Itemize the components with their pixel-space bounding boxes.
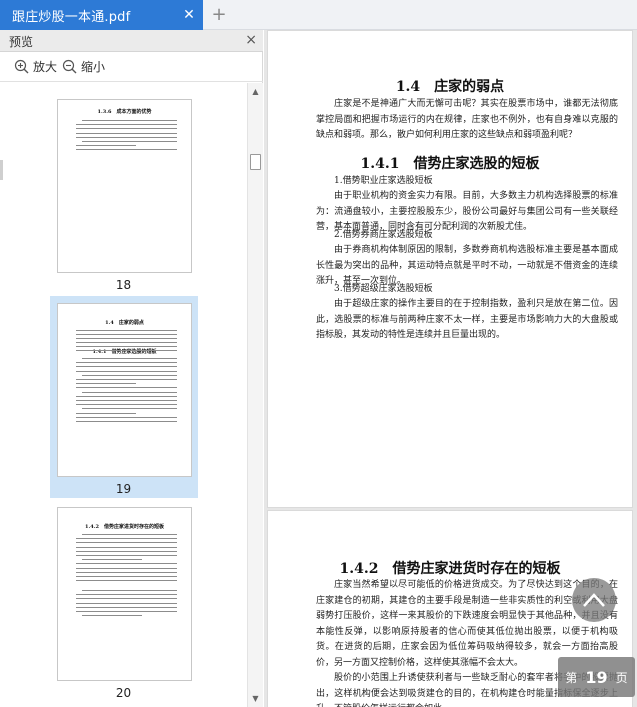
thumbnail-number-18: 18 (115, 278, 132, 292)
page-indicator: 第 19 页 (558, 657, 635, 697)
thumbnail-page-18[interactable]: 1.3.6 成本方面的优势 (57, 99, 192, 273)
thumbnail-text-line (76, 136, 177, 138)
zoom-out-label: 缩小 (81, 60, 106, 74)
item3-body: 由于超级庄家的操作主要目的在于控制指数，盈利只是放在第二位。因此，选股票的标准与… (316, 299, 618, 340)
thumbnail-text-line (82, 534, 177, 535)
thumbnail-text-line (76, 611, 177, 612)
thumbnail-text-line (76, 370, 177, 372)
document-tab[interactable]: 跟庄炒股一本通.pdf ✕ (0, 0, 203, 30)
section-title: 1.4.2 借势庄家进货时存在的短板 (339, 561, 561, 577)
thumbnail-text-line (76, 580, 177, 582)
zoom-in-button[interactable]: 放大 (14, 58, 57, 75)
thumbnail-text-line (76, 567, 177, 569)
thumbnail-text-line (76, 346, 177, 347)
thumbnail-text-line (76, 576, 177, 577)
thumbnail-heading: 1.4 庄家的弱点 (105, 320, 144, 326)
thumbnail-scrollbar[interactable]: ▲ ▼ (247, 83, 263, 707)
thumbnail-text-line (82, 615, 142, 617)
back-to-top-button[interactable] (572, 578, 616, 622)
thumbnail-text-line (82, 391, 177, 393)
thumbnail-number-20: 20 (115, 686, 132, 700)
thumbnail-text-line (76, 387, 177, 389)
zoom-in-label: 放大 (33, 60, 58, 74)
thumbnail-text-line (76, 395, 177, 397)
tab-bar: 跟庄炒股一本通.pdf ✕ + (0, 0, 637, 30)
thumbnail-text-line (76, 330, 177, 331)
new-tab-button[interactable]: + (209, 5, 229, 25)
intro-paragraph: 庄家是不是神通广大而无懈可击呢？其实在股票市场中，谁都无法彻底掌控局面和把握市场… (316, 99, 618, 140)
zoom-out-icon (62, 59, 77, 74)
thumbnail-text-line (76, 404, 177, 406)
sidebar-edge-handle[interactable] (0, 160, 3, 180)
sidebar-header: 预览 × (0, 30, 263, 52)
thumbnail-text-line (76, 124, 177, 126)
sidebar-title: 预览 (9, 35, 34, 49)
scrollbar-thumb[interactable] (250, 154, 261, 170)
thumbnail-text-line (82, 559, 142, 561)
thumbnail-text-line (76, 366, 177, 368)
chevron-up-icon (583, 593, 605, 607)
thumbnail-number-19: 19 (115, 482, 132, 496)
document-page-19: 1.4 庄家的弱点 庄家是不是神通广大而无懈可击呢？其实在股票市场中，谁都无法彻… (267, 30, 633, 508)
thumbnail-text-line (76, 350, 177, 351)
thumbnail-text-line (76, 421, 177, 422)
scroll-down-arrow-icon[interactable]: ▼ (251, 694, 260, 703)
thumbnail-text-line (76, 149, 177, 151)
scroll-up-arrow-icon[interactable]: ▲ (251, 87, 260, 96)
thumbnail-text-line (76, 550, 177, 552)
thumbnail-text-line (76, 542, 177, 544)
preview-sidebar: 预览 × 放大 缩小 1.3.6 成本方面的优势 18 1.4 庄家的弱点 1.… (0, 30, 263, 707)
page-indicator-suffix: 页 (615, 670, 628, 685)
zoom-in-icon (14, 59, 29, 74)
thumbnail-text-line (76, 563, 177, 565)
thumbnail-text-line (76, 338, 177, 339)
thumbnail-text-line (76, 538, 177, 540)
thumbnail-text-line (76, 334, 177, 335)
page-indicator-number: 19 (585, 667, 608, 687)
subsection-title: 1.4.1 借势庄家选股的短板 (360, 156, 540, 172)
thumbnail-page-19[interactable]: 1.4 庄家的弱点 1.4.1 借势庄家选股的短板 (57, 303, 192, 477)
tab-title: 跟庄炒股一本通.pdf (12, 9, 131, 25)
thumbnail-text-line (82, 358, 177, 359)
thumbnail-text-line (76, 145, 136, 147)
page-indicator-prefix: 第 (565, 670, 578, 685)
zoom-out-button[interactable]: 缩小 (62, 58, 105, 75)
thumbnail-heading: 1.4.2 借势庄家进货时存在的短板 (85, 524, 164, 530)
thumbnail-text-line (76, 379, 177, 380)
zoom-toolbar: 放大 缩小 (0, 52, 263, 82)
thumbnail-text-line (76, 606, 177, 608)
item2-title: 2.借势券商庄家选股短板 (334, 230, 433, 240)
thumbnail-text-line (76, 594, 177, 596)
thumbnail-text-line (76, 555, 177, 556)
thumbnail-text-line (76, 571, 177, 573)
item3-title: 3.借势超级庄家选股短板 (334, 284, 433, 294)
thumbnail-text-line (76, 362, 177, 364)
sidebar-close-button[interactable]: × (245, 32, 257, 48)
thumbnail-heading: 1.3.6 成本方面的优势 (97, 109, 152, 115)
thumbnail-text-line (76, 400, 177, 401)
thumbnail-text-line (76, 416, 177, 418)
close-icon[interactable]: ✕ (181, 7, 197, 23)
thumbnail-text-line (76, 383, 136, 385)
thumbnail-page-20[interactable]: 1.4.2 借势庄家进货时存在的短板 (57, 507, 192, 681)
thumbnail-text-line (76, 342, 177, 343)
section-title: 1.4 庄家的弱点 (395, 79, 505, 95)
thumbnail-text-line (82, 408, 177, 410)
thumbnail-text-line (76, 132, 177, 134)
thumbnail-text-line (82, 374, 177, 376)
thumbnail-text-line (76, 602, 177, 604)
thumbnail-text-line (82, 590, 177, 591)
thumbnail-text-line (76, 598, 177, 600)
thumbnail-list: 1.3.6 成本方面的优势 18 1.4 庄家的弱点 1.4.1 借势庄家选股的… (0, 83, 247, 707)
thumbnail-text-line (76, 128, 177, 130)
thumbnail-text-line (76, 412, 136, 414)
thumbnail-text-line (82, 120, 177, 121)
thumbnail-text-line (82, 141, 177, 142)
thumbnail-text-line (76, 546, 177, 548)
item1-title: 1.借势职业庄家选股短板 (334, 176, 433, 186)
